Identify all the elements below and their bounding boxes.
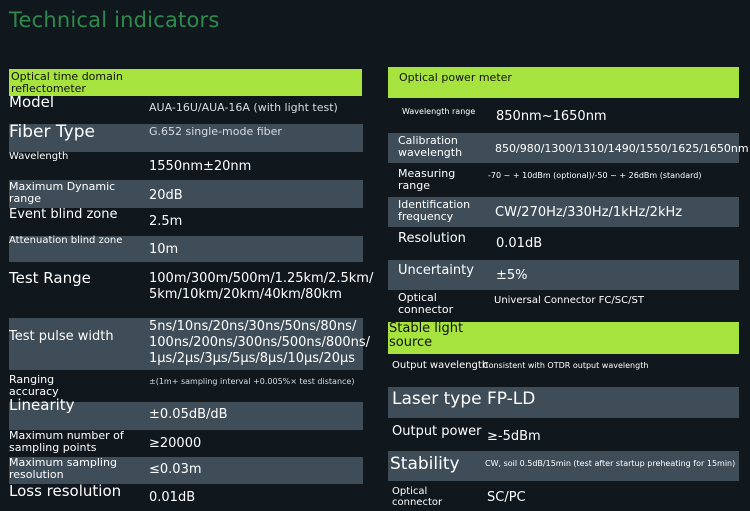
ls-value-optical-connector: SC/PC — [487, 490, 526, 505]
power-meter-header: Optical power meter — [399, 71, 512, 84]
pm-value-identification: CW/270Hz/330Hz/1kHz/2kHz — [495, 205, 683, 220]
otdr-label-ranging-accuracy: Ranging accuracy — [9, 373, 59, 398]
otdr-value-event-blind: 2.5m — [149, 214, 183, 229]
pm-label-measuring-range: Measuring range — [398, 167, 456, 192]
otdr-label-attenuation-blind: Attenuation blind zone — [9, 235, 123, 246]
otdr-label-wavelength: Wavelength — [9, 151, 69, 162]
otdr-value-sampling-points: ≥20000 — [149, 436, 202, 451]
ls-value-output-wavelength: Consistent with OTDR output wavelength — [483, 361, 649, 370]
otdr-value-sampling-resolution: ≤0.03m — [149, 462, 202, 477]
pm-label-calibration: Calibration wavelength — [398, 134, 463, 159]
pm-value-calibration: 850/980/1300/1310/1490/1550/1625/1650nm — [495, 142, 749, 155]
otdr-label-event-blind: Event blind zone — [9, 207, 118, 222]
ls-label-optical-connector: Optical connector — [392, 486, 443, 508]
pm-label-wavelength-range: Wavelength range — [402, 107, 476, 116]
otdr-value-model: AUA-16U/AUA-16A (with light test) — [149, 101, 338, 114]
otdr-label-fiber-type: Fiber Type — [9, 122, 95, 142]
otdr-label-model: Model — [9, 93, 55, 111]
ls-label-output-power: Output power — [392, 424, 482, 439]
otdr-header: Optical time domain reflectometer — [11, 70, 123, 95]
ls-label-stability: Stability — [390, 454, 460, 474]
pm-value-measuring-range: -70 ~ + 10dBm (optional)/-50 ~ + 26dBm (… — [488, 171, 702, 180]
otdr-label-test-range: Test Range — [9, 269, 91, 287]
light-source-header: Stable light source — [389, 321, 464, 350]
ls-value-output-power: ≥-5dBm — [487, 429, 541, 444]
pm-value-resolution: 0.01dB — [496, 236, 543, 251]
otdr-value-test-range-2: 5km/10km/20km/40km/80km — [149, 287, 342, 302]
pm-value-wavelength-range: 850nm~1650nm — [496, 109, 607, 124]
otdr-label-pulse-width: Test pulse width — [9, 329, 114, 344]
otdr-label-dynamic-range: Maximum Dynamic range — [9, 180, 116, 205]
otdr-value-attenuation-blind: 10m — [149, 242, 179, 257]
page-title: Technical indicators — [9, 8, 220, 32]
otdr-value-pulse-3: 1μs/2μs/3μs/5μs/8μs/10μs/20μs — [149, 351, 356, 366]
ls-label-laser-type: Laser type FP-LD — [392, 389, 536, 409]
pm-value-uncertainty: ±5% — [496, 268, 528, 283]
pm-label-identification: Identification frequency — [398, 198, 471, 223]
otdr-value-ranging-accuracy: ±(1m+ sampling interval +0.005%× test di… — [149, 377, 355, 386]
pm-label-uncertainty: Uncertainty — [398, 263, 474, 278]
otdr-value-wavelength: 1550nm±20nm — [149, 159, 252, 174]
otdr-label-sampling-points: Maximum number of sampling points — [9, 429, 124, 454]
pm-label-resolution: Resolution — [398, 231, 466, 246]
otdr-value-dynamic-range: 20dB — [149, 188, 183, 203]
otdr-value-fiber-type: G.652 single-mode fiber — [149, 125, 282, 138]
otdr-value-test-range-1: 100m/300m/500m/1.25km/2.5km/ — [149, 271, 374, 286]
ls-label-output-wavelength: Output wavelength — [392, 360, 489, 371]
otdr-value-loss-resolution: 0.01dB — [149, 490, 196, 505]
otdr-value-pulse-2: 100ns/200ns/300ns/500ns/800ns/ — [149, 335, 371, 350]
ls-value-stability: CW, soil 0.5dB/15min (test after startup… — [485, 459, 736, 468]
otdr-label-linearity: Linearity — [9, 396, 75, 414]
pm-label-optical-connector: Optical connector — [398, 291, 454, 316]
otdr-label-sampling-resolution: Maximum sampling resolution — [9, 456, 117, 481]
pm-value-optical-connector: Universal Connector FC/SC/ST — [494, 295, 644, 306]
otdr-value-linearity: ±0.05dB/dB — [149, 407, 228, 422]
otdr-label-loss-resolution: Loss resolution — [9, 482, 122, 500]
otdr-value-pulse-1: 5ns/10ns/20ns/30ns/50ns/80ns/ — [149, 319, 357, 334]
